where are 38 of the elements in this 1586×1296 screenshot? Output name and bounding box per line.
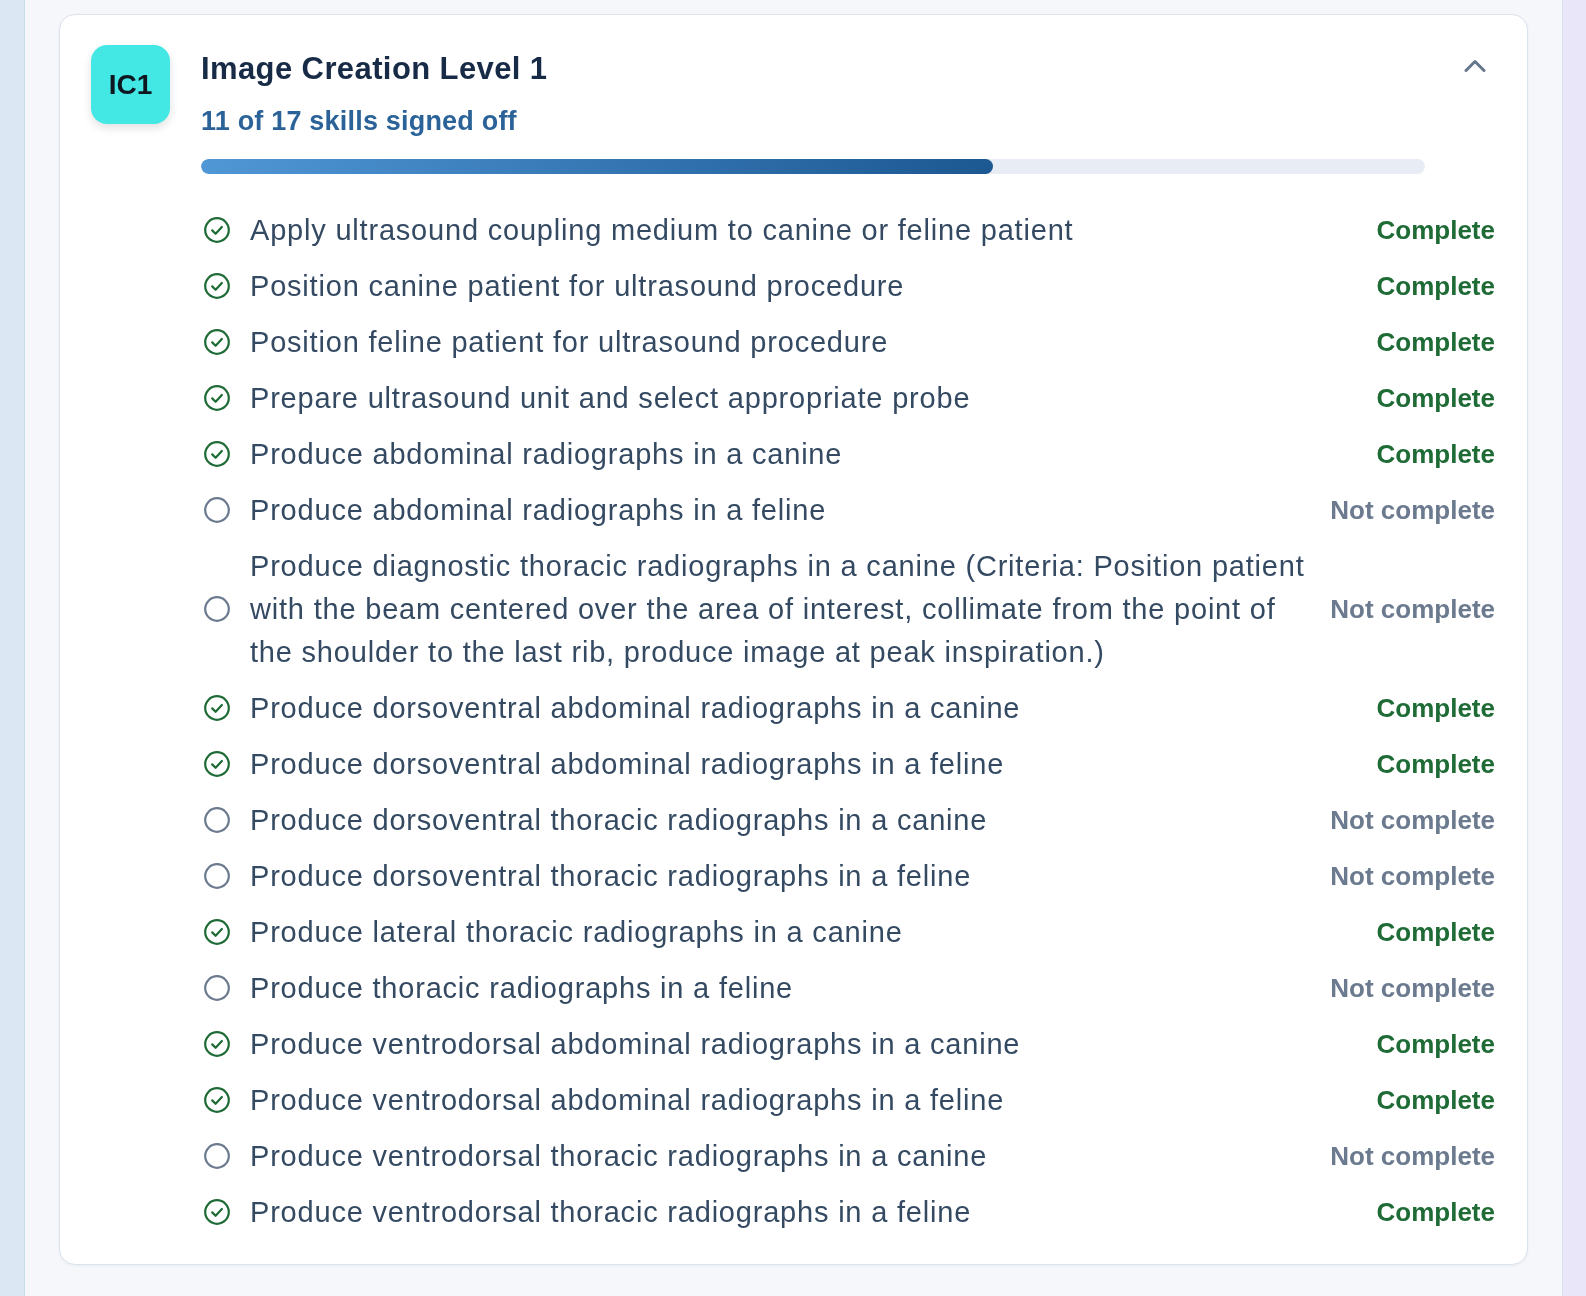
skill-name: Produce ventrodorsal abdominal radiographs in a canine xyxy=(250,1026,1022,1062)
status-label: Complete xyxy=(1375,325,1495,359)
skill-name: Produce dorsoventral thoracic radiographs in a canine xyxy=(250,802,989,838)
skill-name: Produce abdominal radiographs in a canine xyxy=(250,436,844,472)
status-label: Complete xyxy=(1375,381,1495,415)
skill-name: Produce ventrodorsal thoracic radiographs in a feline xyxy=(250,1194,973,1230)
status-label: Not complete xyxy=(1329,859,1495,893)
status-label: Complete xyxy=(1375,691,1495,725)
skill-name: Produce diagnostic thoracic radiographs in a canine (Criteria: Position patient with the beam centered over the area of interest, collimate from the point of the shoulder to the last rib, produce image at peak inspiration.) xyxy=(250,548,1306,670)
skill-name: Produce ventrodorsal thoracic radiographs in a canine xyxy=(250,1138,989,1174)
skill-name: Position feline patient for ultrasound procedure xyxy=(250,324,890,360)
skill-name: Prepare ultrasound unit and select appropriate probe xyxy=(250,380,972,416)
skill-name: Apply ultrasound coupling medium to canine or feline patient xyxy=(250,212,1075,248)
status-label: Complete xyxy=(1375,1027,1495,1061)
status-label: Complete xyxy=(1375,213,1495,247)
chevron-icon[interactable] xyxy=(1464,59,1486,72)
level-badge: IC1 xyxy=(91,45,170,124)
status-label: Complete xyxy=(1375,437,1495,471)
status-label: Complete xyxy=(1375,1195,1495,1229)
status-label: Complete xyxy=(1375,1083,1495,1117)
status-label: Not complete xyxy=(1329,803,1495,837)
skill-name: Produce dorsoventral abdominal radiographs in a feline xyxy=(250,746,1006,782)
status-label: Not complete xyxy=(1329,493,1495,527)
skill-name: Produce dorsoventral abdominal radiographs in a canine xyxy=(250,690,1022,726)
status-label: Not complete xyxy=(1329,971,1495,1005)
skill-name: Produce dorsoventral thoracic radiographs in a feline xyxy=(250,858,973,894)
skill-name: Produce thoracic radiographs in a feline xyxy=(250,970,795,1006)
card-title: Image Creation Level 1 xyxy=(201,50,548,88)
skill-name: Produce ventrodorsal abdominal radiographs in a feline xyxy=(250,1082,1006,1118)
status-label: Complete xyxy=(1375,747,1495,781)
status-label: Not complete xyxy=(1329,1139,1495,1173)
skill-name: Position canine patient for ultrasound procedure xyxy=(250,268,906,304)
skill-name: Produce abdominal radiographs in a feline xyxy=(250,492,828,528)
status-label: Complete xyxy=(1375,915,1495,949)
status-label: Not complete xyxy=(1329,592,1495,626)
skill-name: Produce lateral thoracic radiographs in a canine xyxy=(250,914,904,950)
status-label: Complete xyxy=(1375,269,1495,303)
progress-summary: 11 of 17 skills signed off xyxy=(201,105,518,138)
